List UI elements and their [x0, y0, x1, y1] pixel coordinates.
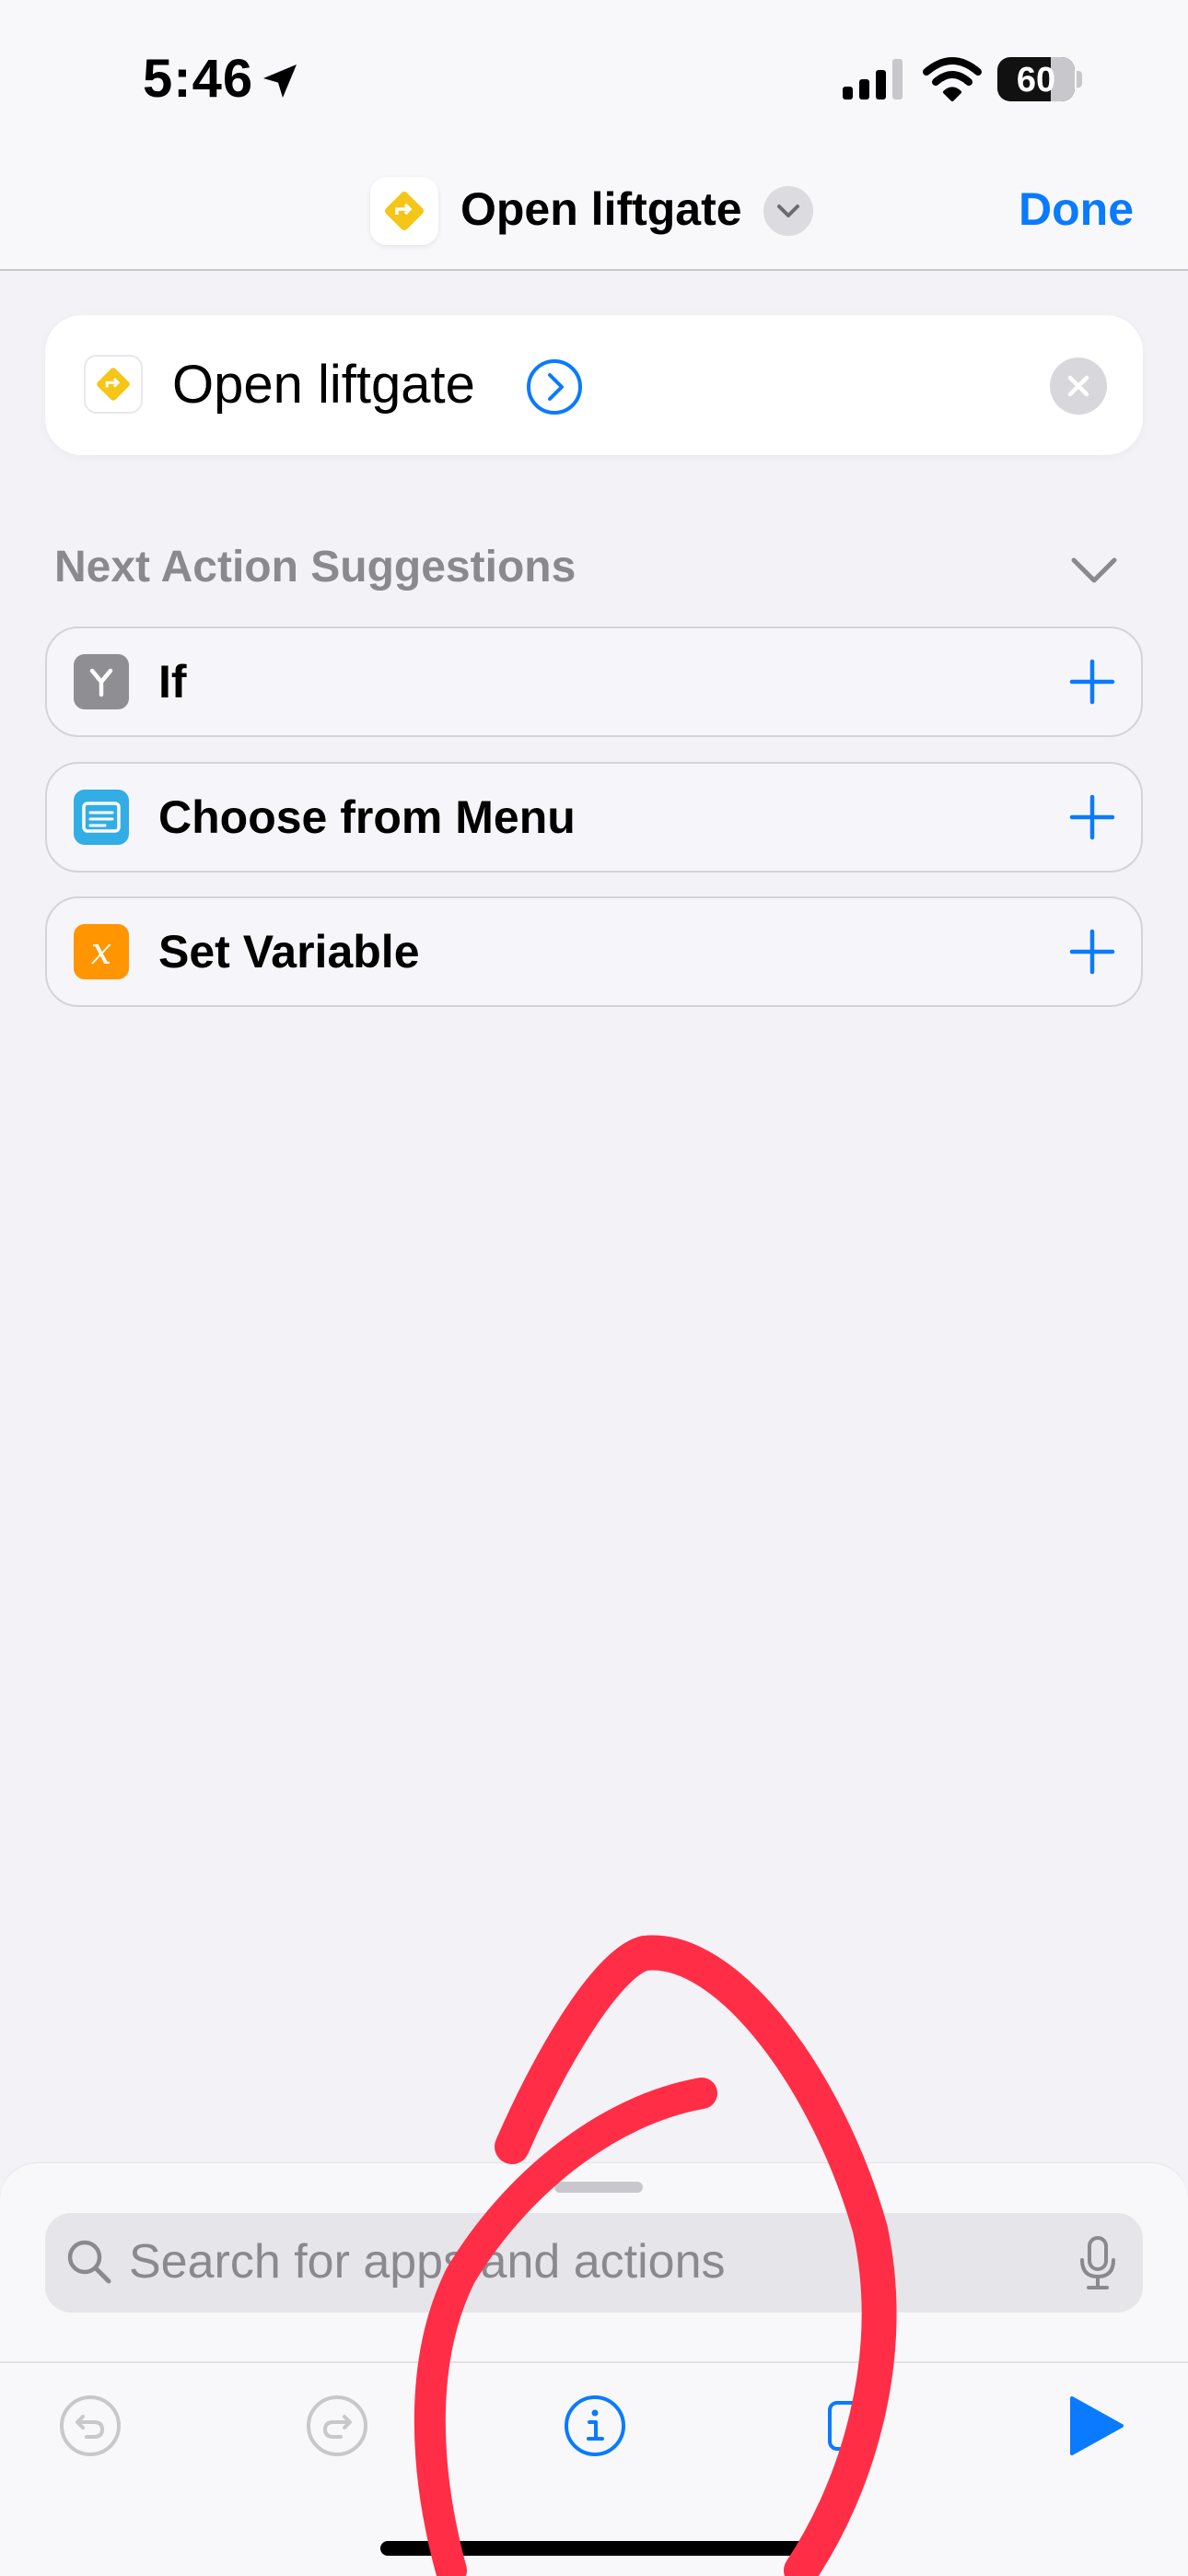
- suggestions-header: Next Action Suggestions: [54, 543, 577, 591]
- suggestion-label: Choose from Menu: [158, 791, 576, 843]
- status-time: 5:46: [143, 49, 254, 109]
- diamond-direction-icon: [385, 192, 424, 230]
- action-app-icon: [84, 355, 143, 414]
- plus-icon[interactable]: [1068, 928, 1116, 976]
- plus-icon[interactable]: [1068, 793, 1116, 841]
- diamond-direction-icon: [97, 368, 130, 401]
- chevron-down-icon[interactable]: [1068, 551, 1120, 588]
- search-icon: [67, 2240, 111, 2284]
- settings-square-icon[interactable]: [818, 2391, 888, 2461]
- remove-action-button[interactable]: [1050, 357, 1107, 415]
- variable-x-icon: x: [74, 924, 129, 979]
- chevron-down-icon: [777, 205, 799, 217]
- plus-icon[interactable]: [1068, 658, 1116, 706]
- menu-list-icon: [74, 790, 129, 845]
- done-button[interactable]: Done: [1019, 182, 1134, 236]
- action-title: Open liftgate: [172, 355, 475, 415]
- title-menu-button[interactable]: [763, 186, 813, 236]
- chevron-right-circle-icon[interactable]: [526, 358, 583, 416]
- cellular-signal-icon: [843, 59, 903, 100]
- shortcut-title[interactable]: Open liftgate: [460, 182, 742, 236]
- close-icon: [1067, 375, 1089, 397]
- toolbar-divider: [0, 2361, 1188, 2363]
- sheet-grabber[interactable]: [554, 2182, 643, 2193]
- battery-icon: 60: [997, 57, 1082, 101]
- wifi-icon: [923, 57, 982, 101]
- home-indicator: [380, 2541, 808, 2556]
- branch-icon: [74, 654, 129, 709]
- suggestion-label: Set Variable: [158, 926, 420, 978]
- location-arrow-icon: [263, 64, 297, 98]
- battery-percent: 60: [1016, 61, 1056, 100]
- info-icon[interactable]: [560, 2391, 630, 2461]
- redo-icon[interactable]: [302, 2391, 372, 2461]
- undo-icon[interactable]: [55, 2391, 125, 2461]
- suggestion-label: If: [158, 656, 187, 708]
- shortcut-app-icon[interactable]: [370, 177, 438, 245]
- play-icon[interactable]: [1059, 2391, 1129, 2461]
- microphone-icon[interactable]: [1076, 2234, 1120, 2291]
- variable-glyph: x: [90, 931, 112, 973]
- suggestion-row-if[interactable]: [45, 626, 1143, 737]
- search-placeholder: Search for apps and actions: [129, 2235, 726, 2289]
